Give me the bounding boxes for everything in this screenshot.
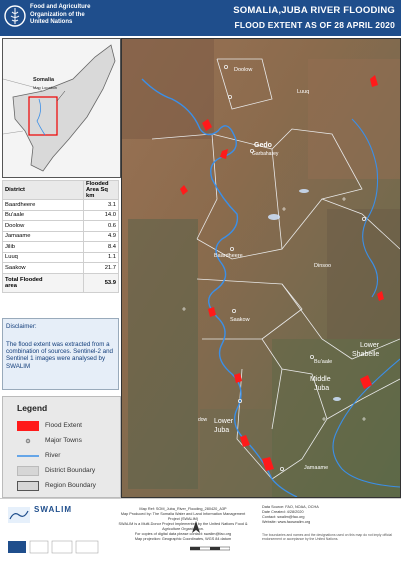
legend-item-flood: Flood Extent — [17, 421, 117, 433]
label-dow: dow — [198, 417, 208, 423]
label-lower-juba-2: Juba — [214, 427, 229, 434]
label-lower-shabelle-2: Shabelle — [352, 351, 379, 358]
legend-item-towns: Major Towns — [17, 436, 117, 448]
legend-item-district: District Boundary — [17, 466, 117, 478]
disclaimer-box: Disclaimer: The flood extent was extract… — [2, 318, 119, 390]
scale-bar-icon — [190, 546, 230, 551]
disclaimer-heading: Disclaimer: — [6, 323, 37, 330]
map-title: SOMALIA,JUBA RIVER FLOODING — [233, 5, 395, 16]
title-banner: Food and Agriculture Organization of the… — [0, 0, 401, 36]
inset-map-graphic: Somalia Map Location — [3, 39, 120, 177]
col-header-district: District — [2, 180, 84, 200]
label-lower-shabelle-1: Lower — [360, 342, 380, 349]
swalim-wordmark: SWALIM — [34, 505, 72, 514]
col-header-area: Flooded Area Sq km — [83, 180, 119, 200]
swalim-logo-icon — [8, 507, 30, 523]
label-buaale: Bu'aale — [314, 359, 332, 365]
inset-country-label: Somalia — [33, 77, 55, 83]
main-satellite-map: Doolow Luuq Gedo Garbaharey Baardheere D… — [121, 38, 401, 498]
district-boundary-swatch-icon — [17, 466, 39, 476]
legend-item-region: Region Boundary — [17, 481, 117, 493]
label-doolow: Doolow — [234, 67, 252, 73]
label-gedo: Gedo — [254, 142, 272, 149]
label-middle-juba-2: Juba — [314, 385, 329, 392]
legend-title: Legend — [17, 403, 48, 413]
label-jamaame: Jamaame — [304, 465, 328, 471]
label-garbaharey: Garbaharey — [252, 151, 279, 157]
fao-name: Food and Agriculture Organization of the… — [30, 4, 91, 25]
map-metadata: Data Source: FAO, NOAA, OCHA Date Create… — [262, 505, 392, 542]
fao-logo-icon — [4, 5, 26, 27]
table-total-row: Total Flooded area 53.9 — [2, 272, 119, 293]
table-row: Jamaame 4.9 — [2, 230, 119, 242]
flood-swatch-icon — [17, 421, 39, 431]
table-row: Baardheere 3.1 — [2, 199, 119, 211]
label-dinsor: Dinsoo — [314, 263, 331, 269]
table-header-row: District Flooded Area Sq km — [2, 180, 119, 200]
table-row: Doolow 0.6 — [2, 220, 119, 232]
region-boundary-swatch-icon — [17, 481, 39, 491]
label-saakow: Saakow — [230, 317, 250, 323]
table-row: Luuq 1.1 — [2, 251, 119, 263]
table-row: Bu'aale 14.0 — [2, 209, 119, 221]
inset-location-label: Map Location — [33, 85, 57, 90]
town-marker-icon — [25, 438, 31, 444]
label-luuq: Luuq — [297, 89, 309, 95]
north-arrow-icon — [192, 521, 200, 533]
disclaimer-text: The flood extent was extracted from a co… — [6, 341, 113, 370]
label-middle-juba-1: Middle — [310, 376, 331, 383]
map-subtitle: FLOOD EXTENT AS OF 28 APRIL 2020 — [234, 20, 395, 30]
donor-logos-icon — [8, 540, 99, 554]
label-lower-juba-1: Lower — [214, 418, 234, 425]
table-row: Saakow 21.7 — [2, 262, 119, 274]
river-line-icon — [17, 455, 39, 457]
location-inset-map: Somalia Map Location — [2, 38, 121, 178]
satellite-map-graphic: Doolow Luuq Gedo Garbaharey Baardheere D… — [122, 39, 400, 497]
flooded-area-table: District Flooded Area Sq km Baardheere 3.… — [2, 180, 119, 293]
map-credits: Map Ref: SOM_Juba_River_Flooding_280420_… — [118, 507, 248, 541]
legend-item-river: River — [17, 451, 117, 463]
label-baardheere: Baardheere — [214, 253, 243, 259]
legend-box: Legend Flood Extent Major Towns River Di… — [2, 396, 121, 498]
footer: SWALIM Map Ref: SOM_Juba_River_Flooding_… — [0, 498, 401, 561]
table-row: Jilib 8.4 — [2, 241, 119, 253]
